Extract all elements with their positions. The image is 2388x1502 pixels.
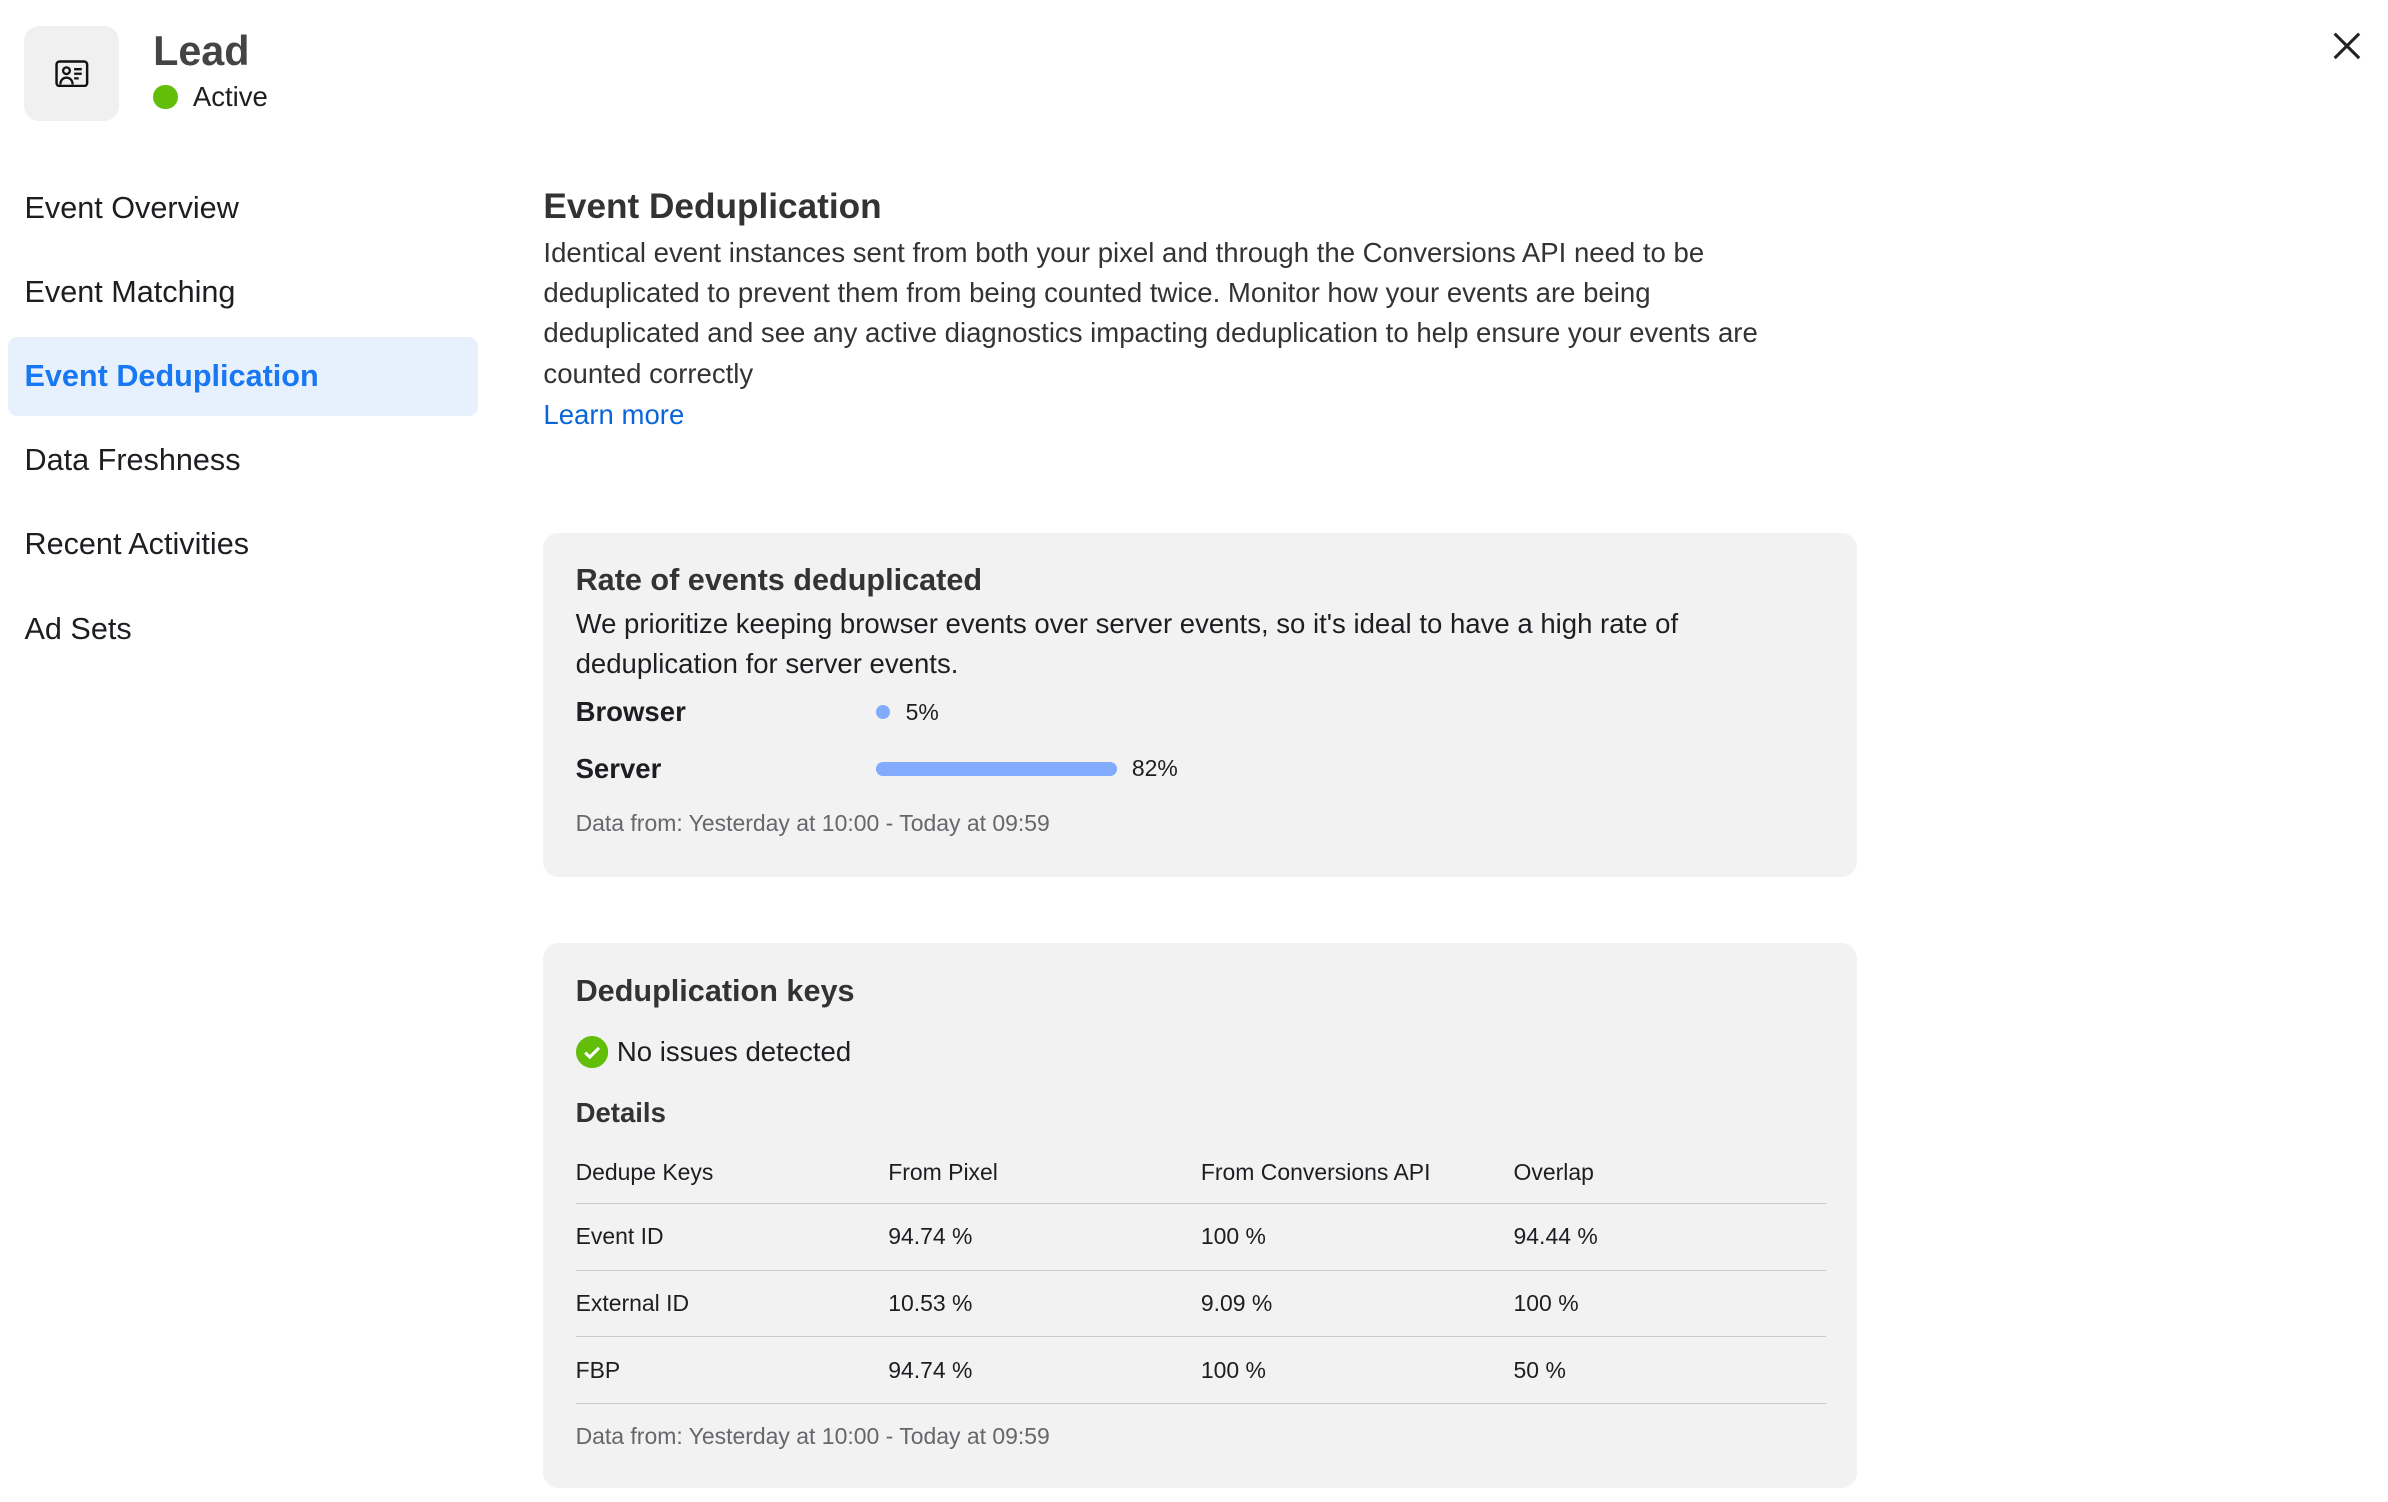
row-label: Browser: [575, 696, 686, 728]
table-row: FBP 94.74 % 100 % 50 %: [575, 1336, 1827, 1405]
status-message: No issues detected: [575, 1036, 1825, 1069]
close-button[interactable]: [2327, 26, 2367, 66]
rate-of-events-card: Rate of events deduplicated We prioritiz…: [543, 532, 1857, 878]
table-cell: External ID: [575, 1270, 889, 1338]
data-range-note: Data from: Yesterday at 10:00 - Today at…: [575, 1422, 1050, 1449]
table-cell: 100 %: [1200, 1336, 1514, 1405]
row-percent: 5%: [905, 698, 939, 725]
card-description: We prioritize keeping browser events ove…: [575, 608, 1679, 680]
data-range-note: Data from: Yesterday at 10:00 - Today at…: [575, 809, 1050, 836]
close-icon: [2333, 32, 2361, 60]
event-icon-box: [24, 26, 120, 121]
event-title: Lead: [153, 27, 250, 74]
table-cell: 100 %: [1200, 1203, 1514, 1271]
status-dot-icon: [153, 84, 178, 110]
column-header: Overlap: [1513, 1141, 1827, 1204]
table-cell: 100 %: [1513, 1270, 1827, 1338]
table-row: Event ID 94.74 % 100 % 94.44 %: [575, 1203, 1827, 1271]
page-title: Event Deduplication: [543, 186, 882, 226]
table-cell: Event ID: [575, 1203, 889, 1271]
deduplication-keys-card: Deduplication keys No issues detected De…: [543, 942, 1857, 1488]
row-percent: 82%: [1131, 755, 1178, 782]
contact-card-icon: [55, 59, 89, 87]
event-details-panel: Lead Active Event Overview Event Matchin…: [0, 0, 2388, 1502]
sidebar-item-event-deduplication[interactable]: Event Deduplication: [7, 336, 478, 417]
status-text: No issues detected: [616, 1036, 852, 1068]
sidebar-item-recent-activities[interactable]: Recent Activities: [8, 505, 478, 585]
sidebar-item-event-matching[interactable]: Event Matching: [8, 253, 478, 333]
server-progress-bar: [875, 762, 1117, 776]
table-cell: 94.74 %: [888, 1203, 1201, 1271]
table-cell: 50 %: [1513, 1336, 1827, 1405]
table-cell: 94.74 %: [888, 1336, 1201, 1405]
dedupe-keys-table: Dedupe Keys From Pixel From Conversions …: [575, 1141, 1827, 1405]
sidebar-item-data-freshness[interactable]: Data Freshness: [8, 421, 478, 501]
table-header-row: Dedupe Keys From Pixel From Conversions …: [575, 1141, 1827, 1204]
browser-progress-bar: [875, 705, 891, 720]
table-cell: FBP: [575, 1336, 889, 1405]
table-cell: 94.44 %: [1513, 1203, 1827, 1271]
row-label: Server: [575, 752, 662, 784]
main-section: Event Deduplication Identical event inst…: [543, 187, 1768, 437]
card-title: Rate of events deduplicated: [575, 563, 983, 598]
details-heading: Details: [575, 1097, 666, 1129]
page-description: Identical event instances sent from both…: [543, 236, 1758, 389]
status-label: Active: [192, 81, 268, 113]
column-header: From Pixel: [888, 1141, 1201, 1204]
learn-more-link[interactable]: Learn more: [543, 394, 1768, 437]
sidebar-item-ad-sets[interactable]: Ad Sets: [8, 589, 478, 669]
check-circle-icon: [575, 1036, 608, 1069]
table-cell: 10.53 %: [888, 1270, 1201, 1338]
column-header: Dedupe Keys: [575, 1141, 889, 1204]
status-badge: Active: [153, 81, 268, 113]
sidebar-nav: Event Overview Event Matching Event Dedu…: [7, 168, 478, 673]
table-row: External ID 10.53 % 9.09 % 100 %: [575, 1270, 1827, 1338]
column-header: From Conversions API: [1200, 1141, 1514, 1204]
table-cell: 9.09 %: [1200, 1270, 1514, 1338]
browser-rate-row: Browser 5%: [576, 684, 1825, 741]
card-title: Deduplication keys: [575, 973, 855, 1008]
server-rate-row: Server 82%: [576, 741, 1825, 798]
sidebar-item-event-overview[interactable]: Event Overview: [8, 168, 478, 248]
